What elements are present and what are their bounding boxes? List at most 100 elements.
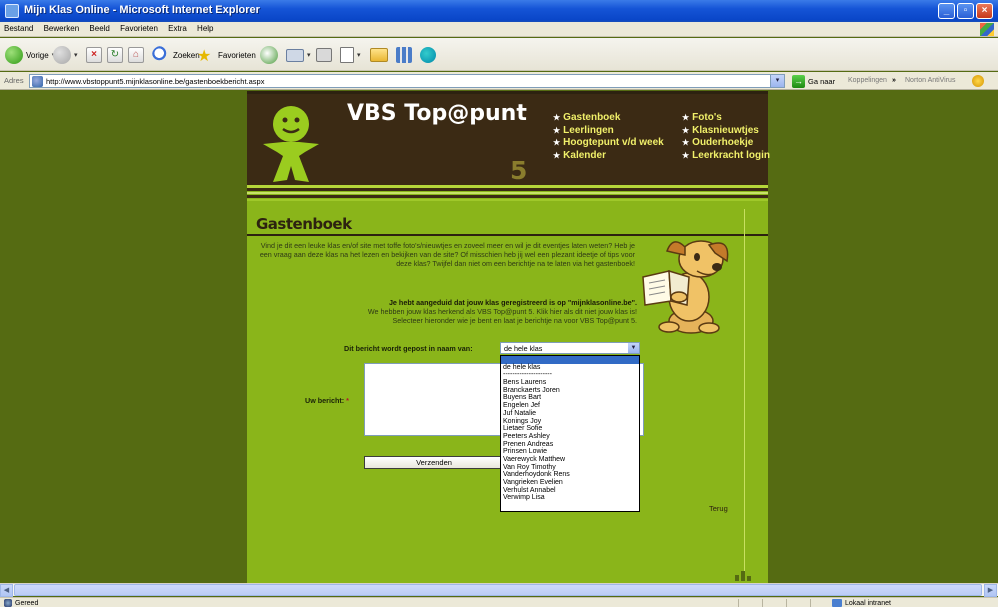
mail-button[interactable]: ▾ — [286, 45, 311, 65]
close-button[interactable]: × — [976, 3, 993, 19]
option-item[interactable]: Verhulst Annabel — [501, 487, 639, 495]
option-item[interactable]: Vanderhoydonk Rens — [501, 471, 639, 479]
option-item[interactable]: de hele klas — [501, 364, 639, 372]
history-button[interactable] — [260, 45, 278, 65]
option-item[interactable]: Lietaer Sofie — [501, 425, 639, 433]
menu-extra[interactable]: Extra — [164, 22, 191, 33]
nav-ouderhoekje[interactable]: ★ Ouderhoekje — [682, 137, 770, 150]
option-item[interactable]: Buyens Bart — [501, 394, 639, 402]
intranet-zone-icon — [832, 599, 842, 607]
page-icon — [32, 76, 43, 87]
option-item[interactable] — [501, 356, 639, 364]
page-heading: Gastenboek — [256, 215, 352, 233]
sender-options-list[interactable]: de hele klas --------------------- Bens … — [500, 355, 640, 512]
dropdown-arrow-icon[interactable]: ▾ — [74, 51, 78, 59]
zone-text: Lokaal intranet — [845, 599, 891, 607]
nav-gastenboek[interactable]: ★ Gastenboek — [553, 112, 664, 125]
forward-button[interactable]: ▾ — [53, 45, 78, 65]
status-text: Gereed — [15, 599, 39, 607]
scroll-left-icon[interactable]: ◀ — [0, 584, 13, 597]
back-link[interactable]: Terug — [709, 504, 728, 513]
option-item[interactable]: Engelen Jef — [501, 402, 639, 410]
nav-klasnieuwtjes[interactable]: ★ Klasnieuwtjes — [682, 125, 770, 138]
scrollbar-thumb[interactable] — [14, 584, 982, 596]
stop-icon: × — [86, 47, 102, 63]
go-button[interactable]: → Ga naar — [792, 74, 835, 88]
menu-bewerken[interactable]: Bewerken — [40, 22, 84, 33]
search-icon — [152, 46, 170, 64]
messenger-button[interactable] — [420, 45, 436, 65]
option-item[interactable]: Prenen Andreas — [501, 441, 639, 449]
print-button[interactable] — [316, 45, 332, 65]
option-item[interactable]: Juf Natalie — [501, 410, 639, 418]
nav-leerkracht-login[interactable]: ★ Leerkracht login — [682, 150, 770, 163]
nav-left: ★ Gastenboek ★ Leerlingen ★ Hoogtepunt v/d … — [553, 112, 664, 162]
send-button[interactable]: Verzenden — [364, 456, 504, 469]
address-bar: Adres http://www.vbstoppunt5.mijnklasonl… — [0, 72, 998, 90]
page-viewport: VBS Top@punt 5 ★ Gastenboek ★ Leerlingen ★… — [0, 91, 998, 583]
menu-bar: Bestand Bewerken Beeld Favorieten Extra … — [0, 22, 998, 37]
horizontal-scrollbar[interactable]: ◀ ▶ — [0, 583, 998, 597]
search-button[interactable]: Zoeken — [152, 45, 200, 65]
ie-app-icon — [5, 4, 19, 18]
refresh-icon: ↻ — [107, 47, 123, 63]
refresh-button[interactable]: ↻ — [107, 45, 123, 65]
menu-help[interactable]: Help — [193, 22, 217, 33]
page-status-icon — [4, 599, 12, 607]
dropdown-arrow-icon[interactable]: ▾ — [357, 51, 361, 59]
favorites-button[interactable]: ★ Favorieten — [197, 45, 256, 65]
folder-button[interactable] — [370, 45, 388, 65]
research-button[interactable] — [396, 45, 412, 65]
folder-icon — [370, 48, 388, 62]
edit-button[interactable]: ▾ — [340, 45, 361, 65]
address-dropdown-icon[interactable]: ▾ — [770, 75, 784, 87]
status-separator — [762, 599, 763, 607]
nav-fotos[interactable]: ★ Foto's — [682, 112, 770, 125]
nav-leerlingen[interactable]: ★ Leerlingen — [553, 125, 664, 138]
links-chevron[interactable]: » — [892, 77, 896, 84]
menu-favorieten[interactable]: Favorieten — [116, 22, 162, 33]
scroll-right-icon[interactable]: ▶ — [984, 584, 997, 597]
links-label[interactable]: Koppelingen — [848, 77, 887, 84]
status-separator — [738, 599, 739, 607]
nav-kalender[interactable]: ★ Kalender — [553, 150, 664, 163]
option-item[interactable]: Vaerewyck Matthew — [501, 456, 639, 464]
option-item[interactable]: Van Roy Timothy — [501, 464, 639, 472]
menu-bestand[interactable]: Bestand — [0, 22, 37, 33]
option-item[interactable]: Prinsen Lowie — [501, 448, 639, 456]
nav-right: ★ Foto's ★ Klasnieuwtjes ★ Ouderhoekje ★ Lee… — [682, 112, 770, 162]
option-item[interactable]: Bens Laurens — [501, 379, 639, 387]
home-icon: ⌂ — [128, 47, 144, 63]
site-title: VBS Top@punt — [347, 101, 527, 126]
chevron-down-icon[interactable]: ▼ — [628, 343, 639, 353]
address-label: Adres — [4, 76, 24, 85]
stop-button[interactable]: × — [86, 45, 102, 65]
go-label: Ga naar — [808, 76, 836, 86]
option-item[interactable]: Konings Joy — [501, 418, 639, 426]
standard-toolbar: Vorige ▾ ▾ × ↻ ⌂ Zoeken ★ Favorieten ▾ ▾ — [0, 38, 998, 71]
address-input[interactable]: http://www.vbstoppunt5.mijnklasonline.be… — [29, 74, 785, 88]
back-button[interactable]: Vorige ▾ — [5, 45, 55, 65]
registration-notice: Je hebt aangeduid dat jouw klas geregist… — [307, 298, 637, 325]
nav-hoogtepunt[interactable]: ★ Hoogtepunt v/d week — [553, 137, 664, 150]
option-item[interactable]: Peeters Ashley — [501, 433, 639, 441]
class-number: 5 — [510, 156, 528, 185]
notice-line-3: Selecteer hieronder wie je bent en laat … — [392, 316, 638, 325]
norton-icon[interactable] — [972, 75, 984, 87]
header-stripes — [247, 185, 768, 203]
option-item[interactable]: --------------------- — [501, 371, 639, 379]
address-url[interactable]: http://www.vbstoppunt5.mijnklasonline.be… — [46, 77, 264, 86]
home-button[interactable]: ⌂ — [128, 45, 144, 65]
sender-selected-value: de hele klas — [504, 344, 543, 353]
option-item[interactable]: Vangrieken Evelien — [501, 479, 639, 487]
maximize-button[interactable]: ▫ — [957, 3, 974, 19]
option-item[interactable]: Verwimp Lisa — [501, 494, 639, 502]
option-item[interactable]: Branckaerts Joren — [501, 387, 639, 395]
go-arrow-icon: → — [792, 74, 805, 88]
sender-select[interactable]: de hele klas ▼ — [500, 342, 640, 354]
norton-label[interactable]: Norton AntiVirus — [905, 77, 955, 84]
minimize-button[interactable]: _ — [938, 3, 955, 19]
dropdown-arrow-icon[interactable]: ▾ — [307, 51, 311, 59]
notice-line-2[interactable]: We hebben jouw klas herkend als VBS Top@… — [307, 307, 637, 316]
menu-beeld[interactable]: Beeld — [85, 22, 113, 33]
